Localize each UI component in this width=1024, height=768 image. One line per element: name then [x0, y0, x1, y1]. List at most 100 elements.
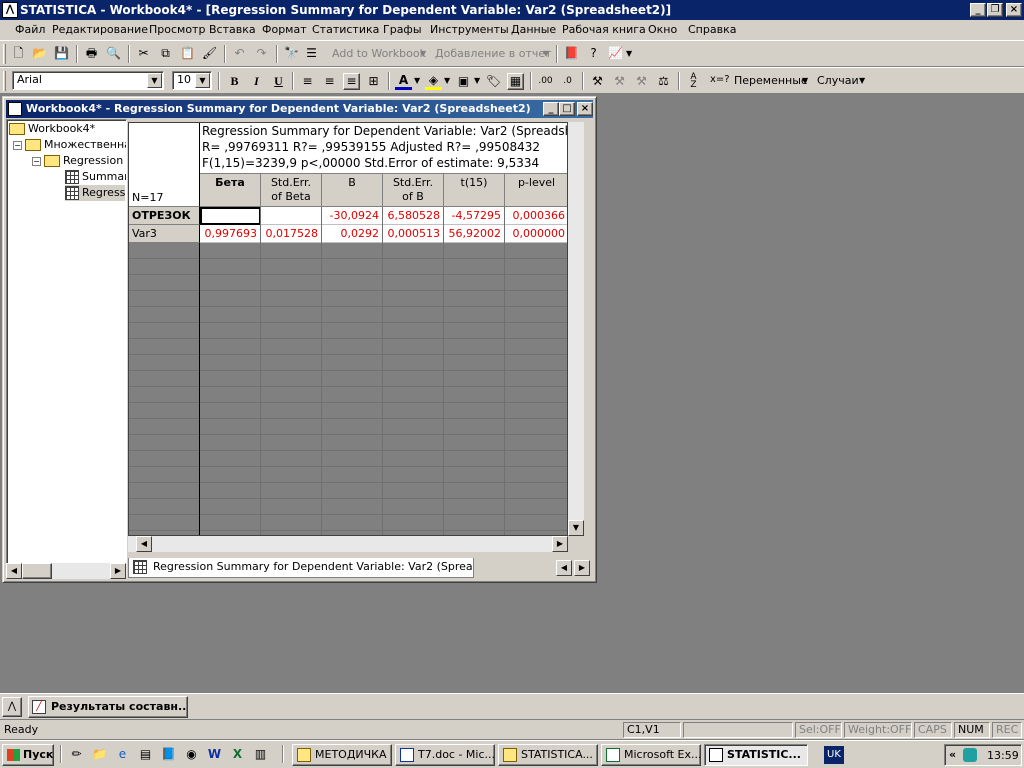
table-cell[interactable]: -30,0924 [322, 207, 383, 225]
tree-node-regression-results[interactable]: − Regression r [32, 153, 126, 169]
decimal-increase-icon[interactable]: .00 [537, 73, 554, 90]
tree-horizontal-scrollbar[interactable]: ◀ ▶ [6, 563, 127, 579]
chevron-down-icon[interactable]: ▼ [195, 73, 210, 88]
add-to-workbook-button[interactable]: Add to Workbook [332, 47, 426, 60]
format-painter-icon[interactable]: 🖌 [201, 45, 218, 62]
menu-graphs[interactable]: Графы [383, 23, 422, 36]
task-statistica-active[interactable]: STATISTIC... [704, 744, 808, 766]
quicklaunch-book-icon[interactable]: 📘 [160, 746, 177, 763]
align-center-icon[interactable]: ≡ [321, 73, 338, 90]
underline-button[interactable]: U [270, 73, 287, 90]
align-left-icon[interactable]: ≡ [299, 73, 316, 90]
save-icon[interactable]: 💾 [53, 45, 70, 62]
table-cell[interactable]: -4,57295 [444, 207, 505, 225]
decimal-decrease-icon[interactable]: .0 [559, 73, 576, 90]
tray-expand-icon[interactable]: « [949, 748, 956, 761]
column-header-t[interactable]: t(15) [444, 174, 505, 207]
grid-icon[interactable]: ▦ [507, 73, 524, 90]
table-cell[interactable] [200, 207, 261, 225]
menu-insert[interactable]: Вставка [209, 23, 256, 36]
merge-cells-icon[interactable]: ⊞ [365, 73, 382, 90]
bold-button[interactable]: B [226, 73, 243, 90]
graph-icon[interactable]: 📈 [607, 45, 624, 62]
menu-data[interactable]: Данные [511, 23, 556, 36]
borders-dropdown-icon[interactable]: ▼ [474, 76, 480, 85]
column-header-std-err-b[interactable]: Std.Err. of B [383, 174, 444, 207]
table-cell[interactable]: 0,000000 [505, 225, 567, 243]
context-help-icon[interactable]: ? [585, 45, 602, 62]
binoculars-icon[interactable]: 🔭 [283, 45, 300, 62]
borders-icon[interactable]: ▣ [455, 73, 472, 90]
collapse-icon[interactable]: − [32, 156, 41, 166]
align-right-icon[interactable]: ≡ [343, 73, 360, 90]
language-indicator[interactable]: UK [824, 746, 844, 764]
tool-disabled-icon[interactable]: ⚒ [633, 73, 650, 90]
font-color-dropdown-icon[interactable]: ▼ [414, 76, 420, 85]
collapse-icon[interactable]: − [13, 140, 22, 150]
menu-help[interactable]: Справка [688, 23, 736, 36]
add-to-workbook-dropdown-icon[interactable]: ▼ [420, 49, 426, 58]
close-button[interactable]: × [1006, 3, 1022, 17]
undo-icon[interactable]: ↶ [231, 45, 248, 62]
add-to-report-button[interactable]: Добавление в отчет [435, 47, 552, 60]
task-excel[interactable]: Microsoft Ex... [601, 744, 701, 766]
restore-button[interactable]: ❐ [987, 3, 1003, 17]
grid-vertical-scrollbar[interactable]: ▼ [568, 122, 584, 536]
toolbar-grip[interactable] [3, 71, 6, 91]
paste-icon[interactable]: 📋 [179, 45, 196, 62]
italic-button[interactable]: I [248, 73, 265, 90]
table-cell[interactable]: 0,000366 [505, 207, 567, 225]
variable-equals-button[interactable]: x=? [710, 74, 730, 85]
fill-color-icon[interactable]: ◈ [425, 73, 442, 90]
redo-icon[interactable]: ↷ [253, 45, 270, 62]
scroll-thumb[interactable] [22, 563, 52, 579]
menu-tools[interactable]: Инструменты [430, 23, 509, 36]
column-header-b[interactable]: B [322, 174, 383, 207]
cases-menu-button[interactable]: Случаи [817, 74, 859, 87]
table-cell[interactable]: 0,0292 [322, 225, 383, 243]
menu-view[interactable]: Просмотр [149, 23, 205, 36]
table-cell[interactable]: 0,997693 [200, 225, 261, 243]
minimize-button[interactable]: _ [970, 3, 986, 17]
font-name-combo[interactable]: Arial ▼ [12, 71, 164, 90]
table-cell[interactable]: 6,580528 [383, 207, 444, 225]
workbook-title-bar[interactable]: Workbook4* - Regression Summary for Depe… [6, 100, 593, 118]
task-statistica-folder[interactable]: STATISTICA... [498, 744, 598, 766]
variables-dropdown-icon[interactable]: ▼ [802, 76, 808, 85]
quicklaunch-winrar-icon[interactable]: ▥ [252, 746, 269, 763]
results-window-button[interactable]: ╱ Результаты составн... [28, 696, 188, 718]
tab-scroll-right-icon[interactable]: ▶ [574, 560, 590, 576]
open-folder-icon[interactable]: 📂 [31, 45, 48, 62]
scroll-left-icon[interactable]: ◀ [136, 536, 152, 552]
table-cell[interactable]: 0,017528 [261, 225, 322, 243]
toolbar-grip[interactable] [3, 44, 6, 64]
menu-format[interactable]: Формат [262, 23, 307, 36]
tool-icon[interactable]: ⚒ [589, 73, 606, 90]
column-header-p-level[interactable]: p-level [505, 174, 567, 207]
quicklaunch-media-icon[interactable]: ◉ [183, 746, 200, 763]
tray-app-icon[interactable] [963, 748, 977, 762]
sheet-tab[interactable]: Regression Summary for Dependent Variabl… [128, 558, 474, 578]
tree-node-regression-summary[interactable]: Regress [65, 185, 126, 201]
menu-workbook[interactable]: Рабочая книга [562, 23, 646, 36]
font-color-icon[interactable]: A [395, 73, 412, 90]
task-word-doc[interactable]: T7.doc - Mic... [395, 744, 495, 766]
statistica-small-icon[interactable]: ⋀ [2, 697, 22, 717]
status-sel[interactable]: Sel:OFF [795, 722, 842, 738]
status-weight[interactable]: Weight:OFF [844, 722, 912, 738]
tree-node-multiple-regression[interactable]: −Множественная [13, 137, 126, 153]
menu-file[interactable]: Файл [15, 23, 45, 36]
table-cell[interactable] [261, 207, 322, 225]
spreadsheet-grid[interactable]: N=17 Regression Summary for Dependent Va… [128, 122, 568, 536]
table-cell[interactable]: 56,92002 [444, 225, 505, 243]
column-header-beta[interactable]: Бета [200, 174, 261, 207]
tag-icon[interactable]: 🏷 [485, 73, 502, 90]
quicklaunch-folder-icon[interactable]: 📁 [91, 746, 108, 763]
scroll-right-icon[interactable]: ▶ [110, 563, 126, 579]
workbook-minimize-button[interactable]: _ [543, 102, 559, 116]
tree-node-summary[interactable]: Summar [65, 169, 126, 185]
scroll-right-icon[interactable]: ▶ [552, 536, 568, 552]
quicklaunch-word-icon[interactable]: W [206, 746, 223, 763]
copy-icon[interactable]: ⧉ [157, 45, 174, 62]
column-header-std-err-beta[interactable]: Std.Err. of Beta [261, 174, 322, 207]
